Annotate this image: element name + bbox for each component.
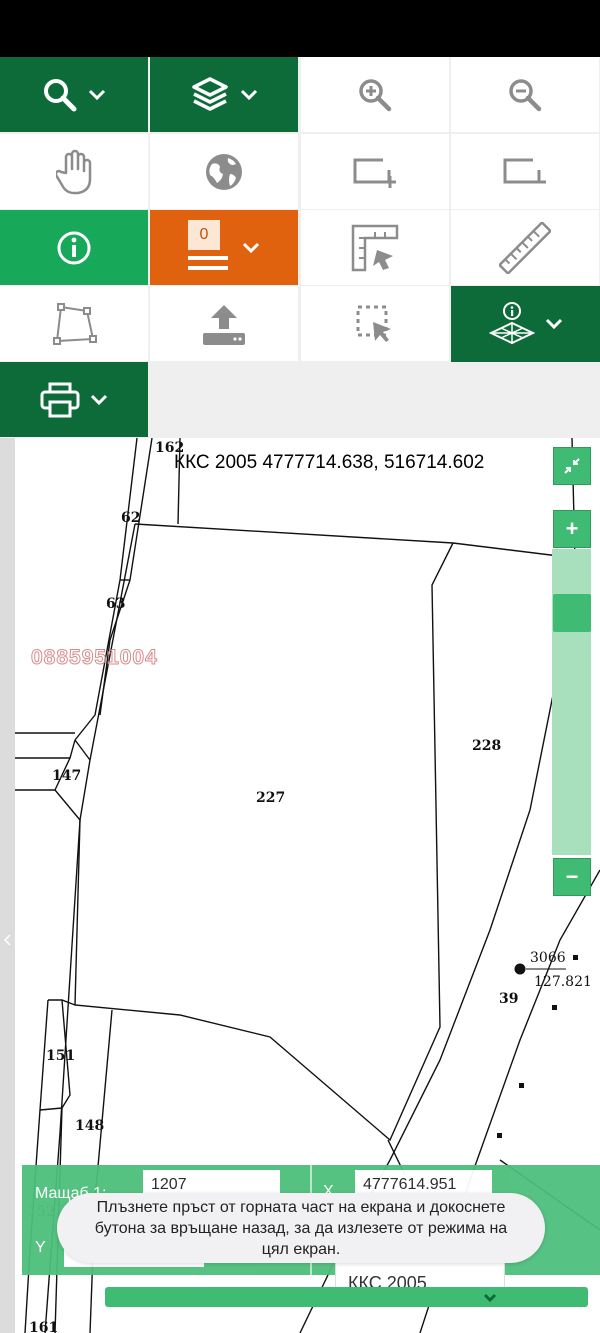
- chevron-down-icon: [545, 318, 562, 330]
- polygon-icon: [53, 302, 97, 345]
- parcel-label: 228: [472, 738, 502, 754]
- upload-icon: [203, 304, 245, 345]
- zoom-in-icon: [359, 78, 392, 111]
- point-label-bottom: 127.821: [534, 974, 592, 990]
- zoom-out-map-button[interactable]: −: [553, 858, 591, 896]
- parcel-label: 161: [29, 1320, 59, 1333]
- chevron-down-icon: [483, 1293, 497, 1303]
- upload-button[interactable]: [150, 286, 298, 361]
- chevron-down-icon: [240, 89, 258, 100]
- y-label: Y: [35, 1239, 46, 1256]
- measure-length-button[interactable]: [451, 210, 599, 285]
- zoom-out-icon: [509, 78, 542, 111]
- globe-icon: [206, 153, 242, 190]
- parcel-label: 227: [256, 790, 286, 806]
- identify-button[interactable]: [0, 210, 148, 285]
- selection-list-icon: 0: [188, 219, 232, 276]
- parcel-label: 62: [121, 510, 141, 526]
- chevron-left-icon: [3, 934, 11, 946]
- layer-info-icon: [488, 302, 535, 345]
- zoom-slider-thumb[interactable]: [553, 594, 591, 632]
- chevron-down-icon: [242, 242, 260, 253]
- zoom-in-map-button[interactable]: +: [553, 510, 591, 548]
- globe-button[interactable]: [150, 134, 298, 209]
- map-toolbar: 0: [0, 57, 600, 438]
- status-bar: [0, 0, 600, 57]
- zoom-box-out-button[interactable]: [451, 134, 599, 209]
- selection-button[interactable]: 0: [150, 210, 298, 285]
- info-icon: [57, 231, 91, 264]
- ruler-icon: [499, 221, 551, 274]
- fullscreen-toast: Плъзнете пръст от горната част на екрана…: [57, 1193, 545, 1263]
- layer-info-button[interactable]: [451, 286, 600, 362]
- fullscreen-toggle-button[interactable]: [553, 447, 591, 485]
- side-drawer-handle[interactable]: [0, 438, 15, 1333]
- zoom-in-button[interactable]: [301, 57, 449, 132]
- zoom-box-out-icon: [503, 155, 547, 183]
- measure-area-icon: [351, 224, 399, 271]
- search-icon: [44, 78, 77, 111]
- watermark-phone: 0885951004: [31, 646, 158, 670]
- parcel-label: 147: [52, 768, 82, 784]
- chevron-down-icon: [88, 89, 106, 100]
- select-box-icon: [356, 305, 391, 342]
- layers-button[interactable]: [150, 57, 298, 132]
- search-button[interactable]: [0, 57, 148, 132]
- select-box-button[interactable]: [301, 286, 449, 361]
- parcel-label: 63: [106, 596, 126, 612]
- zoom-box-in-icon: [353, 155, 397, 188]
- measure-area-button[interactable]: [301, 210, 449, 285]
- draw-polygon-button[interactable]: [0, 286, 148, 361]
- parcel-label: 148: [75, 1118, 105, 1134]
- layers-icon: [192, 76, 228, 111]
- parcel-label: 151: [46, 1048, 76, 1064]
- point-label-top: 3066: [530, 950, 566, 966]
- chevron-down-icon: [90, 394, 108, 405]
- print-button[interactable]: [0, 362, 148, 437]
- hand-icon: [56, 149, 92, 194]
- bottom-bar[interactable]: [105, 1287, 588, 1307]
- pan-button[interactable]: [0, 134, 148, 209]
- zoom-box-in-button[interactable]: [301, 134, 449, 209]
- collapse-icon: [564, 458, 580, 474]
- parcel-label: 39: [499, 991, 519, 1007]
- selection-count: 0: [188, 219, 220, 250]
- print-icon: [40, 382, 80, 417]
- zoom-out-button[interactable]: [451, 57, 599, 132]
- coordinate-readout: ККС 2005 4777714.638, 516714.602: [174, 452, 485, 473]
